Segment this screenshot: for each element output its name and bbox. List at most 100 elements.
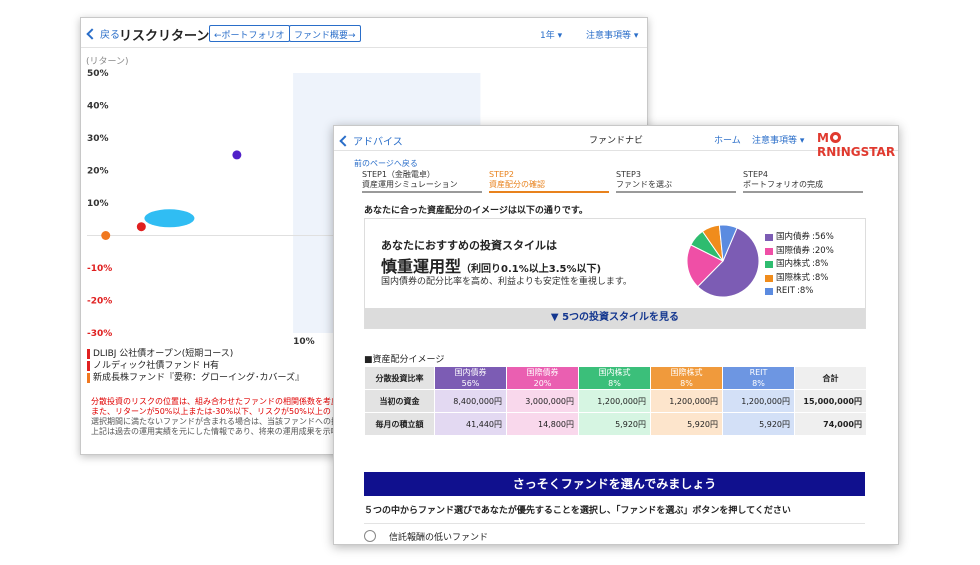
table-cell: 8,400,000円 [434,389,507,413]
pie-legend-item: REIT:8% [765,285,834,299]
y-tick-label: 30% [87,134,109,144]
table-cell: 1,200,000円 [578,389,651,413]
morningstar-logo: MRNINGSTAR [817,131,898,159]
logo-text-start: M [817,131,829,145]
investment-style-box: あなたにおすすめの投資スタイルは 慎重運用型（利回り0.1%以上3.5%以下) … [364,218,866,329]
legend-swatch [765,288,773,295]
home-link[interactable]: ホーム [714,133,741,146]
legend-swatch [765,234,773,241]
fund-navi-window: アドバイス ファンドナビ ホーム 注意事項等 ▾ MRNINGSTAR 前のペー… [333,125,899,545]
style-description: 国内債券の配分比率を高め、利益よりも安定性を重視します。 [381,277,632,287]
col-name: 国内債券 [454,368,487,377]
legend-label: 新成長株ファンド『愛称：グローイング･カバーズ』 [93,373,305,383]
col-name: REIT [749,368,768,377]
pie-legend-item: 国内株式:8% [765,258,834,272]
legend-label: 国際債券 [776,245,811,256]
period-dropdown[interactable]: 1年 ▾ [540,28,562,41]
col-header: 国内債券 56% [434,366,507,390]
instruction-text: ５つの中からファンド選びであなたが優先することを選択し、「ファンドを選ぶ」ボタン… [364,506,791,516]
allocation-pie-chart [686,224,760,298]
step-2[interactable]: STEP2 資産配分の確認 [489,170,609,193]
scatter-point [232,150,242,160]
table-cell: 1,200,000円 [722,389,795,413]
y-tick-label: 50% [87,69,109,79]
legend-item: 新成長株ファンド『愛称：グローイング･カバーズ』 [87,372,304,384]
see-styles-button[interactable]: ▼ 5つの投資スタイルを見る [365,308,865,328]
legend-value: :8% [812,259,829,269]
pie-legend-item: 国際株式:8% [765,272,834,286]
portfolio-button[interactable]: ←ポートフォリオ [209,25,290,42]
y-tick-label: -10% [87,264,112,274]
y-tick-label: 20% [87,167,109,177]
notes-menu[interactable]: 注意事項等 ▾ [752,133,804,146]
scatter-point [136,222,146,232]
step-number: STEP4 [743,170,768,179]
legend-item: DLIBJ 公社債オープン(短期コース) [87,348,304,360]
legend-swatch [765,247,773,255]
legend-label: DLIBJ 公社債オープン(短期コース) [93,349,234,359]
table-cell: 5,920円 [650,412,723,436]
pie-legend-item: 国内債券:56% [765,231,834,245]
col-ratio: 56% [461,379,480,388]
col-header: 国際債券 20% [506,366,579,390]
pie-legend: 国内債券:56% 国際債券:20% 国内株式:8% 国際株式:8% REIT:8… [765,231,834,299]
legend-value: :8% [812,272,829,283]
step-1[interactable]: STEP1（金融電卓） 資産運用シミュレーション [362,170,482,193]
legend-value: :56% [812,232,834,242]
back-label: 戻る [100,30,120,41]
fund-legend: DLIBJ 公社債オープン(短期コース) ノルディック社債ファンド H有 新成長… [87,348,304,384]
logo-ring-icon [829,132,841,143]
table-cell: 41,440円 [434,412,507,436]
y-tick-label: -30% [87,329,112,339]
table-cell: 5,920円 [578,412,651,436]
fund-overview-button[interactable]: ファンド概要→ [289,25,361,42]
col-ratio: 8% [608,379,621,388]
row-header: 分散投資比率 [364,366,435,390]
step-number: STEP3 [616,170,641,179]
cta-banner: さっそくファンドを選んでみましょう [364,472,865,496]
step-4[interactable]: STEP4 ポートフォリオの完成 [743,170,863,193]
legend-item: ノルディック社債ファンド H有 [87,360,304,372]
y-tick-label: -20% [87,297,112,307]
row-header: 当初の資金 [364,389,435,413]
col-ratio: 20% [533,379,552,388]
pie-legend-item: 国際債券:20% [765,245,834,259]
logo-text-end: RNINGSTAR [817,145,896,159]
prev-page-link[interactable]: 前のページへ戻る [354,158,418,169]
step-number: STEP1（金融電卓） [362,170,435,179]
chevron-left-icon [86,28,98,40]
y-tick-label: 10% [87,199,109,209]
section-heading: あなたに合った資産配分のイメージは以下の通りです。 [364,206,588,216]
notes-menu[interactable]: 注意事項等 ▾ [586,28,638,41]
fund-navi-header: アドバイス ファンドナビ ホーム 注意事項等 ▾ MRNINGSTAR [334,126,898,159]
legend-swatch [87,373,90,383]
legend-swatch [87,349,90,359]
col-name: 国際株式 [670,368,703,377]
allocation-title: ■資産配分イメージ [364,355,445,365]
portfolio-highlight [144,209,195,228]
step-label: 資産配分の確認 [489,180,545,189]
scatter-point [101,231,111,240]
total-header: 合計 [794,366,867,390]
table-cell: 5,920円 [722,412,795,436]
table-row: 毎月の積立額 41,440円 14,800円 5,920円 5,920円 5,9… [364,412,867,436]
legend-label: 国際株式 [776,272,811,283]
step-label: ファンドを選ぶ [616,180,672,189]
table-header-row: 分散投資比率 国内債券 56% 国際債券 20% 国内株式 8% 国際株式 8% REI… [364,366,867,390]
total-cell: 15,000,000円 [794,389,867,413]
col-header: REIT 8% [722,366,795,390]
col-ratio: 8% [680,379,693,388]
legend-label: 国内株式 [776,259,811,269]
legend-label: REIT [776,286,795,296]
table-cell: 1,200,000円 [650,389,723,413]
step-3[interactable]: STEP3 ファンドを選ぶ [616,170,736,193]
radio-label: 信託報酬の低いファンド [389,533,489,543]
col-header: 国際株式 8% [650,366,723,390]
step-label: 資産運用シミュレーション [362,180,458,189]
step-number: STEP2 [489,170,514,179]
table-row: 当初の資金 8,400,000円 3,000,000円 1,200,000円 1… [364,389,867,413]
divider [364,523,865,524]
low-fee-radio[interactable] [364,530,376,542]
legend-label: 国内債券 [776,232,811,242]
back-link[interactable]: 戻る [86,26,120,41]
